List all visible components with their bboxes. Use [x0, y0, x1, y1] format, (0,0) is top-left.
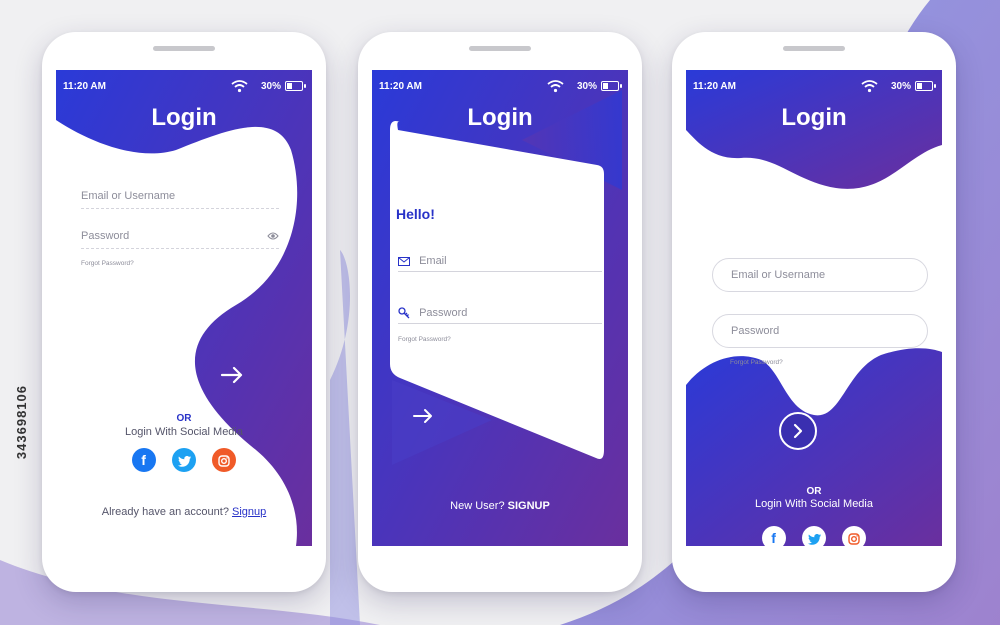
phone-mockup-3: 11:20 AM 30% Login Email or Username Pas… — [672, 32, 956, 592]
login-arrow-button[interactable] — [220, 366, 244, 388]
username-field[interactable]: Email or Username — [81, 190, 279, 209]
facebook-icon[interactable]: f — [131, 448, 156, 472]
phone-mockup-2: 11:20 AM 30% Login Hello! Email Password… — [358, 32, 642, 592]
social-buttons: f — [686, 526, 942, 546]
phone-speaker — [783, 46, 845, 51]
or-divider: OR — [806, 486, 822, 497]
status-battery-percent: 30% — [890, 81, 911, 92]
password-field[interactable]: Password — [81, 230, 279, 249]
status-bar: 11:20 AM 30% — [56, 79, 312, 95]
password-placeholder: Password — [81, 230, 130, 242]
or-divider: OR — [176, 413, 192, 424]
battery-icon — [285, 81, 306, 91]
signup-link[interactable]: Signup — [232, 506, 266, 518]
signup-prompt-text: Already have an account? — [101, 506, 229, 518]
forgot-password-link[interactable]: Forgot Password? — [398, 336, 451, 343]
password-field[interactable]: Password — [398, 307, 602, 325]
status-bar: 11:20 AM 30% — [686, 79, 942, 95]
signup-prompt: New User? SIGNUP — [372, 500, 628, 512]
greeting-heading: Hello! — [396, 206, 435, 222]
page-title: Login — [151, 104, 217, 131]
instagram-icon[interactable] — [842, 526, 867, 546]
instagram-icon[interactable] — [212, 448, 237, 472]
forgot-password-link[interactable]: Forgot Password? — [81, 260, 134, 267]
screen-background — [56, 70, 312, 546]
page-title: Login — [467, 104, 533, 131]
username-placeholder: Email or Username — [731, 269, 826, 281]
signup-link[interactable]: SIGNUP — [508, 500, 550, 512]
username-placeholder: Email or Username — [81, 190, 176, 202]
battery-icon — [915, 81, 936, 91]
page-title: Login — [781, 104, 847, 131]
username-field[interactable]: Email or Username — [712, 258, 928, 292]
eye-icon[interactable] — [267, 231, 279, 241]
arrow-right-icon — [413, 409, 432, 423]
login-screen-1: 11:20 AM 30% Login Email or Username Pas… — [56, 70, 312, 546]
twitter-icon[interactable] — [172, 448, 196, 472]
forgot-password-link[interactable]: Forgot Password? — [730, 359, 783, 366]
key-icon — [398, 307, 410, 319]
wifi-icon — [861, 80, 878, 93]
status-bar: 11:20 AM 30% — [372, 79, 628, 95]
password-placeholder: Password — [731, 325, 780, 337]
screen-background — [686, 70, 942, 546]
password-field[interactable]: Password — [712, 314, 928, 348]
login-arrow-button[interactable] — [779, 412, 817, 450]
signup-prompt: Already have an account? Signup — [56, 506, 312, 518]
status-time: 11:20 AM — [693, 81, 736, 92]
status-battery-percent: 30% — [576, 81, 597, 92]
facebook-icon[interactable]: f — [761, 526, 786, 546]
mail-icon — [398, 256, 410, 266]
status-time: 11:20 AM — [63, 81, 106, 92]
phone-speaker — [469, 46, 531, 51]
social-login-label: Login With Social Media — [754, 498, 873, 510]
stock-id-label: 343698106 — [14, 385, 29, 460]
phone-mockup-1: 11:20 AM 30% Login Email or Username Pas… — [42, 32, 326, 592]
status-time: 11:20 AM — [379, 81, 422, 92]
login-screen-3: 11:20 AM 30% Login Email or Username Pas… — [686, 70, 942, 546]
twitter-icon[interactable] — [802, 526, 826, 546]
social-login-label: Login With Social Media — [124, 426, 243, 438]
password-placeholder: Password — [419, 307, 468, 319]
wifi-icon — [547, 80, 564, 93]
email-placeholder: Email — [419, 255, 447, 267]
login-arrow-button[interactable] — [412, 406, 434, 428]
chevron-right-icon — [793, 423, 803, 439]
login-screen-2: 11:20 AM 30% Login Hello! Email Password… — [372, 70, 628, 546]
signup-prompt-text: New User? — [450, 500, 505, 512]
arrow-right-icon — [220, 366, 243, 384]
phone-speaker — [153, 46, 215, 51]
email-field[interactable]: Email — [398, 255, 602, 272]
status-battery-percent: 30% — [260, 81, 281, 92]
social-buttons: f — [56, 448, 312, 472]
wifi-icon — [231, 80, 248, 93]
battery-icon — [601, 81, 622, 91]
